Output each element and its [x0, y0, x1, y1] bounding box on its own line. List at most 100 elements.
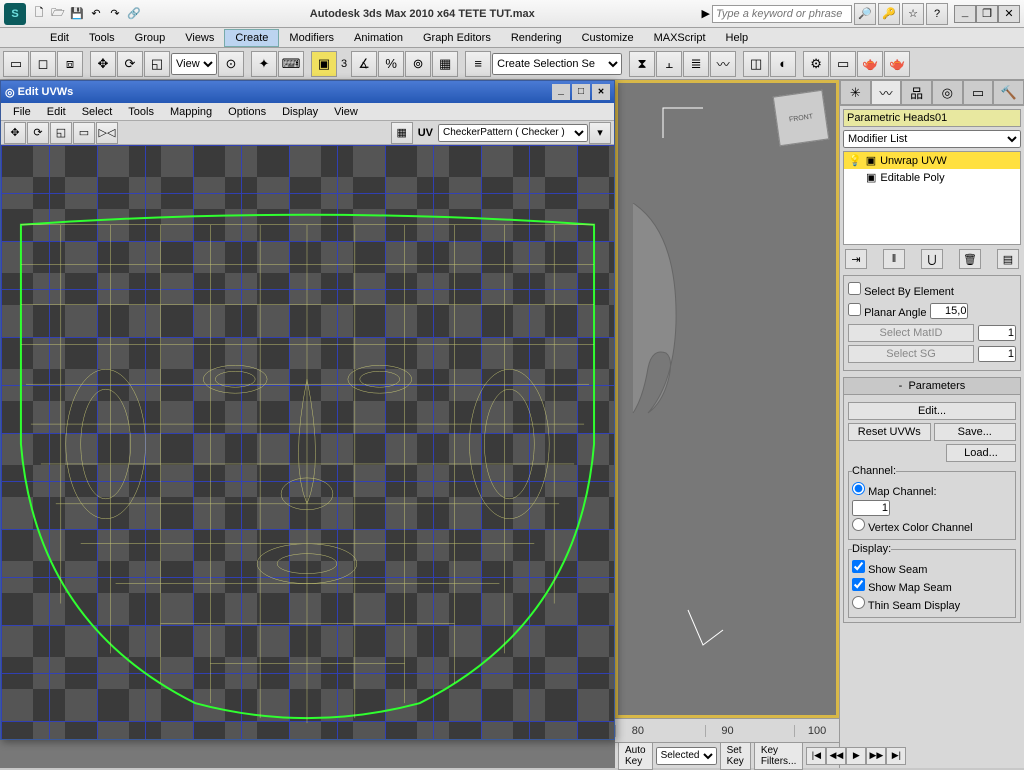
uvw-freeform-icon[interactable]: ▭ — [73, 122, 95, 144]
perspective-viewport[interactable]: FRONT — [615, 80, 839, 718]
modifier-stack[interactable]: 💡 ▣ Unwrap UVW ▣ Editable Poly — [843, 151, 1021, 245]
uvw-options-icon[interactable]: ▾ — [589, 122, 611, 144]
select-by-element-check[interactable]: Select By Element — [848, 282, 1016, 298]
planar-angle-field[interactable] — [930, 303, 968, 319]
uvw-texture-dropdown[interactable]: CheckerPattern ( Checker ) — [438, 124, 588, 142]
uvw-menu-mapping[interactable]: Mapping — [162, 105, 220, 119]
modifier-list-dropdown[interactable]: Modifier List — [843, 130, 1021, 148]
load-button[interactable]: Load... — [946, 444, 1016, 462]
play-icon[interactable]: ▶ — [846, 747, 866, 765]
close-button[interactable]: ✕ — [998, 5, 1020, 23]
viewcube[interactable]: FRONT — [773, 90, 829, 146]
undo-icon[interactable]: ↶ — [87, 5, 105, 23]
uvw-menu-view[interactable]: View — [326, 105, 366, 119]
expand-icon[interactable]: ▣ — [866, 154, 876, 167]
pin-stack-icon[interactable]: ⇥ — [845, 249, 867, 269]
named-sel-icon[interactable]: ≡ — [465, 51, 491, 77]
show-end-icon[interactable]: ‖ — [883, 249, 905, 269]
select-region-icon[interactable]: ◻ — [30, 51, 56, 77]
uvw-minimize-button[interactable]: _ — [552, 84, 570, 100]
menu-group[interactable]: Group — [125, 30, 176, 46]
uvw-scale-icon[interactable]: ◱ — [50, 122, 72, 144]
move-icon[interactable]: ✥ — [90, 51, 116, 77]
tab-display[interactable]: ▭ — [963, 80, 994, 105]
menu-tools[interactable]: Tools — [79, 30, 125, 46]
menu-views[interactable]: Views — [175, 30, 224, 46]
menu-rendering[interactable]: Rendering — [501, 30, 572, 46]
minimize-button[interactable]: _ — [954, 5, 976, 23]
remove-mod-icon[interactable]: 🗑 — [959, 249, 981, 269]
uvw-showmap-icon[interactable]: ▦ — [391, 122, 413, 144]
thin-seam-radio[interactable]: Thin Seam Display — [852, 596, 1012, 612]
matid-field[interactable] — [978, 325, 1016, 341]
menu-edit[interactable]: Edit — [40, 30, 79, 46]
render-icon[interactable]: 🫖 — [857, 51, 883, 77]
tab-create[interactable]: ✳ — [840, 80, 871, 105]
uvw-maximize-button[interactable]: □ — [572, 84, 590, 100]
uvw-rotate-icon[interactable]: ⟳ — [27, 122, 49, 144]
expand-icon[interactable]: ▣ — [866, 171, 876, 184]
restore-button[interactable]: ❐ — [976, 5, 998, 23]
use-center-icon[interactable]: ⊙ — [218, 51, 244, 77]
map-channel-field[interactable] — [852, 500, 890, 516]
star-icon[interactable]: ☆ — [902, 3, 924, 25]
menu-help[interactable]: Help — [716, 30, 759, 46]
edged-faces-icon[interactable]: ▦ — [432, 51, 458, 77]
select-window-icon[interactable]: ⧈ — [57, 51, 83, 77]
percent-snap-icon[interactable]: % — [378, 51, 404, 77]
uvw-move-icon[interactable]: ✥ — [4, 122, 26, 144]
binoculars-icon[interactable]: 🔎 — [854, 3, 876, 25]
link-icon[interactable]: 🔗 — [125, 5, 143, 23]
mirror-icon[interactable]: ⧗ — [629, 51, 655, 77]
menu-graph-editors[interactable]: Graph Editors — [413, 30, 501, 46]
next-frame-icon[interactable]: ▶▶ — [866, 747, 886, 765]
select-icon[interactable]: ▭ — [3, 51, 29, 77]
configure-icon[interactable]: ▤ — [997, 249, 1019, 269]
goto-end-icon[interactable]: ▶| — [886, 747, 906, 765]
show-map-seam-check[interactable]: Show Map Seam — [852, 578, 1012, 594]
curve-editor-icon[interactable]: 〰 — [710, 51, 736, 77]
uv-editor-canvas[interactable] — [1, 145, 614, 739]
map-channel-radio[interactable]: Map Channel: — [852, 482, 1012, 498]
goto-start-icon[interactable]: |◀ — [806, 747, 826, 765]
menu-customize[interactable]: Customize — [572, 30, 644, 46]
menu-maxscript[interactable]: MAXScript — [644, 30, 716, 46]
uvw-close-button[interactable]: ✕ — [592, 84, 610, 100]
setkey-button[interactable]: Set Key — [720, 742, 751, 770]
menu-create[interactable]: Create — [224, 29, 279, 47]
layers-icon[interactable]: ≣ — [683, 51, 709, 77]
open-icon[interactable]: 🗁 — [49, 5, 67, 23]
planar-angle-check[interactable]: Planar Angle — [848, 303, 926, 319]
parameters-header[interactable]: - Parameters — [844, 378, 1020, 395]
uvw-menu-tools[interactable]: Tools — [120, 105, 162, 119]
tab-utilities[interactable]: 🔨 — [993, 80, 1024, 105]
autokey-button[interactable]: Auto Key — [618, 742, 653, 770]
key-icon[interactable]: 🔑 — [878, 3, 900, 25]
redo-icon[interactable]: ↷ — [106, 5, 124, 23]
vertex-color-radio[interactable]: Vertex Color Channel — [852, 518, 1012, 534]
lightbulb-icon[interactable]: 💡 — [848, 154, 862, 167]
edit-button[interactable]: Edit... — [848, 402, 1016, 420]
help-icon[interactable]: ? — [926, 3, 948, 25]
scale-icon[interactable]: ◱ — [144, 51, 170, 77]
uvw-menu-file[interactable]: File — [5, 105, 39, 119]
select-sg-button[interactable]: Select SG — [848, 345, 974, 363]
menu-animation[interactable]: Animation — [344, 30, 413, 46]
keyfilters-button[interactable]: Key Filters... — [754, 742, 804, 770]
prev-frame-icon[interactable]: ◀◀ — [826, 747, 846, 765]
uvw-menu-options[interactable]: Options — [220, 105, 274, 119]
keyboard-shortcut-icon[interactable]: ⌨ — [278, 51, 304, 77]
select-matid-button[interactable]: Select MatID — [848, 324, 974, 342]
uvw-menu-select[interactable]: Select — [74, 105, 121, 119]
make-unique-icon[interactable]: ⋃ — [921, 249, 943, 269]
save-button[interactable]: Save... — [934, 423, 1017, 441]
key-mode-dropdown[interactable]: Selected — [656, 747, 717, 765]
time-slider[interactable]: 80 90 100 — [615, 718, 839, 742]
tab-motion[interactable]: ◎ — [932, 80, 963, 105]
tab-modify[interactable]: 〰 — [871, 80, 902, 105]
align-icon[interactable]: ⫠ — [656, 51, 682, 77]
render-setup-icon[interactable]: ⚙ — [803, 51, 829, 77]
render-frame-icon[interactable]: ▭ — [830, 51, 856, 77]
sg-field[interactable] — [978, 346, 1016, 362]
snap-toggle-icon[interactable]: ▣ — [311, 51, 337, 77]
